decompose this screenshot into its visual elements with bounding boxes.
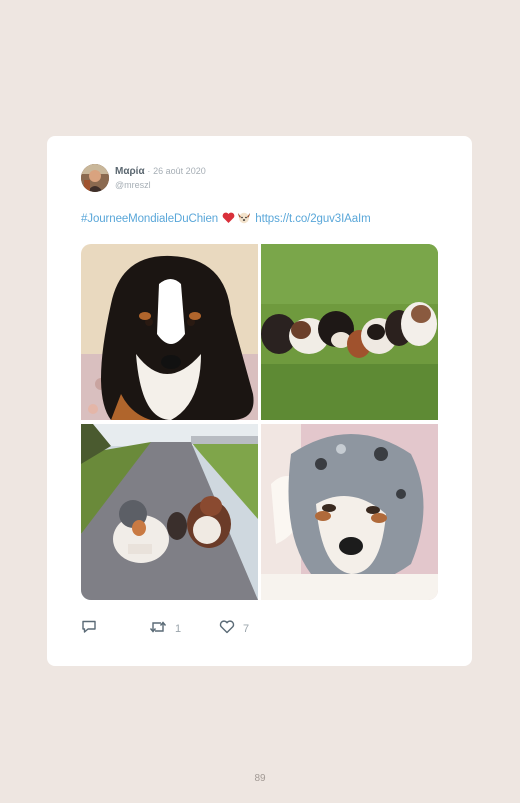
red-heart-icon (222, 212, 235, 227)
tweet-card: Μαρία · 26 août 2020 @mreszl #JourneeMon… (47, 136, 472, 666)
tweet-actions: 1 7 (81, 619, 441, 640)
puppies-on-grass-photo[interactable] (261, 244, 438, 420)
retweet-button[interactable]: 1 (149, 620, 181, 638)
tweet-date[interactable]: 26 août 2020 (153, 166, 206, 176)
bernese-puppy-photo[interactable] (81, 244, 258, 420)
date-separator: · (147, 166, 151, 176)
retweet-count: 1 (175, 623, 182, 635)
photo-grid (81, 244, 438, 600)
author-name[interactable]: Μαρία (115, 166, 145, 177)
tweet-url-link[interactable]: https://t.co/2guv3IAaIm (255, 213, 370, 225)
dog-face-icon (237, 211, 251, 227)
author-handle[interactable]: @mreszl (115, 180, 151, 190)
avatar[interactable] (81, 164, 109, 192)
heart-icon (219, 619, 235, 639)
reply-button[interactable] (81, 620, 105, 638)
author-line: Μαρία · 26 août 2020 (115, 166, 206, 177)
like-button[interactable]: 7 (219, 619, 250, 639)
like-count: 7 (243, 623, 250, 635)
reply-icon (81, 619, 97, 639)
hashtag-link[interactable]: #JourneeMondialeDuChien (81, 213, 218, 225)
tweet-header: Μαρία · 26 août 2020 @mreszl (81, 164, 441, 194)
two-dogs-on-path-photo[interactable] (81, 424, 258, 600)
retweet-icon (149, 620, 167, 639)
merle-puppy-photo[interactable] (261, 424, 438, 600)
tweet-text: #JourneeMondialeDuChien https://t.co/2gu… (81, 211, 371, 227)
page-number: 89 (254, 773, 266, 784)
